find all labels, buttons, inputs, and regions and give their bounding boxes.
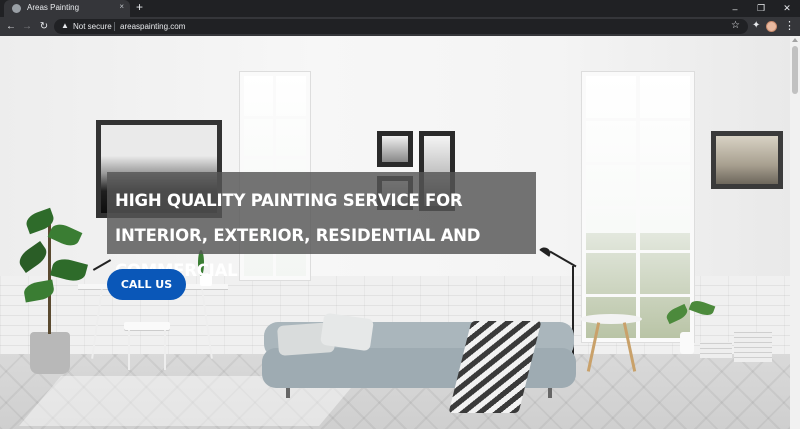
- minimize-button[interactable]: –: [722, 0, 748, 17]
- extensions-icon[interactable]: ✦: [752, 20, 760, 31]
- bookmark-star-icon[interactable]: ☆: [731, 20, 740, 31]
- scroll-up-arrow-icon[interactable]: [792, 38, 798, 42]
- back-button[interactable]: ←: [4, 20, 18, 33]
- floor-vase: [680, 332, 694, 354]
- tab-strip: Areas Painting × + – ❐ ✕: [0, 0, 800, 17]
- tab-close-icon[interactable]: ×: [119, 2, 124, 11]
- security-label[interactable]: Not secure: [73, 22, 112, 31]
- new-tab-button[interactable]: +: [136, 1, 143, 14]
- profile-avatar[interactable]: [766, 21, 777, 32]
- book-stack: [700, 342, 732, 358]
- framed-photo-small-1: [377, 131, 413, 167]
- sofa-leg: [548, 388, 552, 398]
- web-page: HIGH QUALITY PAINTING SERVICE FOR INTERI…: [0, 36, 790, 429]
- url-divider: [114, 22, 115, 31]
- window-right: [582, 72, 694, 342]
- close-window-button[interactable]: ✕: [774, 0, 800, 17]
- sofa-pillow: [320, 312, 374, 352]
- address-bar[interactable]: ▲ Not secure areaspainting.com ☆: [54, 19, 748, 34]
- browser-toolbar: ← → ↻ ▲ Not secure areaspainting.com ☆ ✦…: [0, 17, 800, 36]
- scroll-thumb[interactable]: [792, 46, 798, 94]
- chair-leg: [128, 330, 130, 370]
- plant-pot: [30, 332, 70, 374]
- sofa-leg: [286, 388, 290, 398]
- headline-box: HIGH QUALITY PAINTING SERVICE FOR INTERI…: [107, 172, 536, 280]
- book-stack: [734, 332, 772, 362]
- call-us-button[interactable]: CALL US: [107, 269, 186, 300]
- chair-seat: [124, 322, 170, 330]
- url-text[interactable]: areaspainting.com: [120, 22, 185, 31]
- reload-button[interactable]: ↻: [37, 20, 51, 33]
- framed-photo-right: [711, 131, 783, 189]
- side-table-top: [580, 314, 642, 324]
- warning-icon: ▲: [61, 21, 69, 30]
- window-controls: – ❐ ✕: [722, 0, 800, 17]
- forward-button[interactable]: →: [20, 20, 34, 33]
- restore-button[interactable]: ❐: [748, 0, 774, 17]
- tab-title: Areas Painting: [27, 3, 80, 12]
- page-scrollbar[interactable]: [790, 36, 800, 429]
- favicon-icon: [12, 4, 21, 13]
- menu-icon[interactable]: ⋮: [784, 19, 795, 32]
- browser-tab[interactable]: Areas Painting ×: [4, 0, 130, 17]
- chair-leg: [164, 330, 166, 370]
